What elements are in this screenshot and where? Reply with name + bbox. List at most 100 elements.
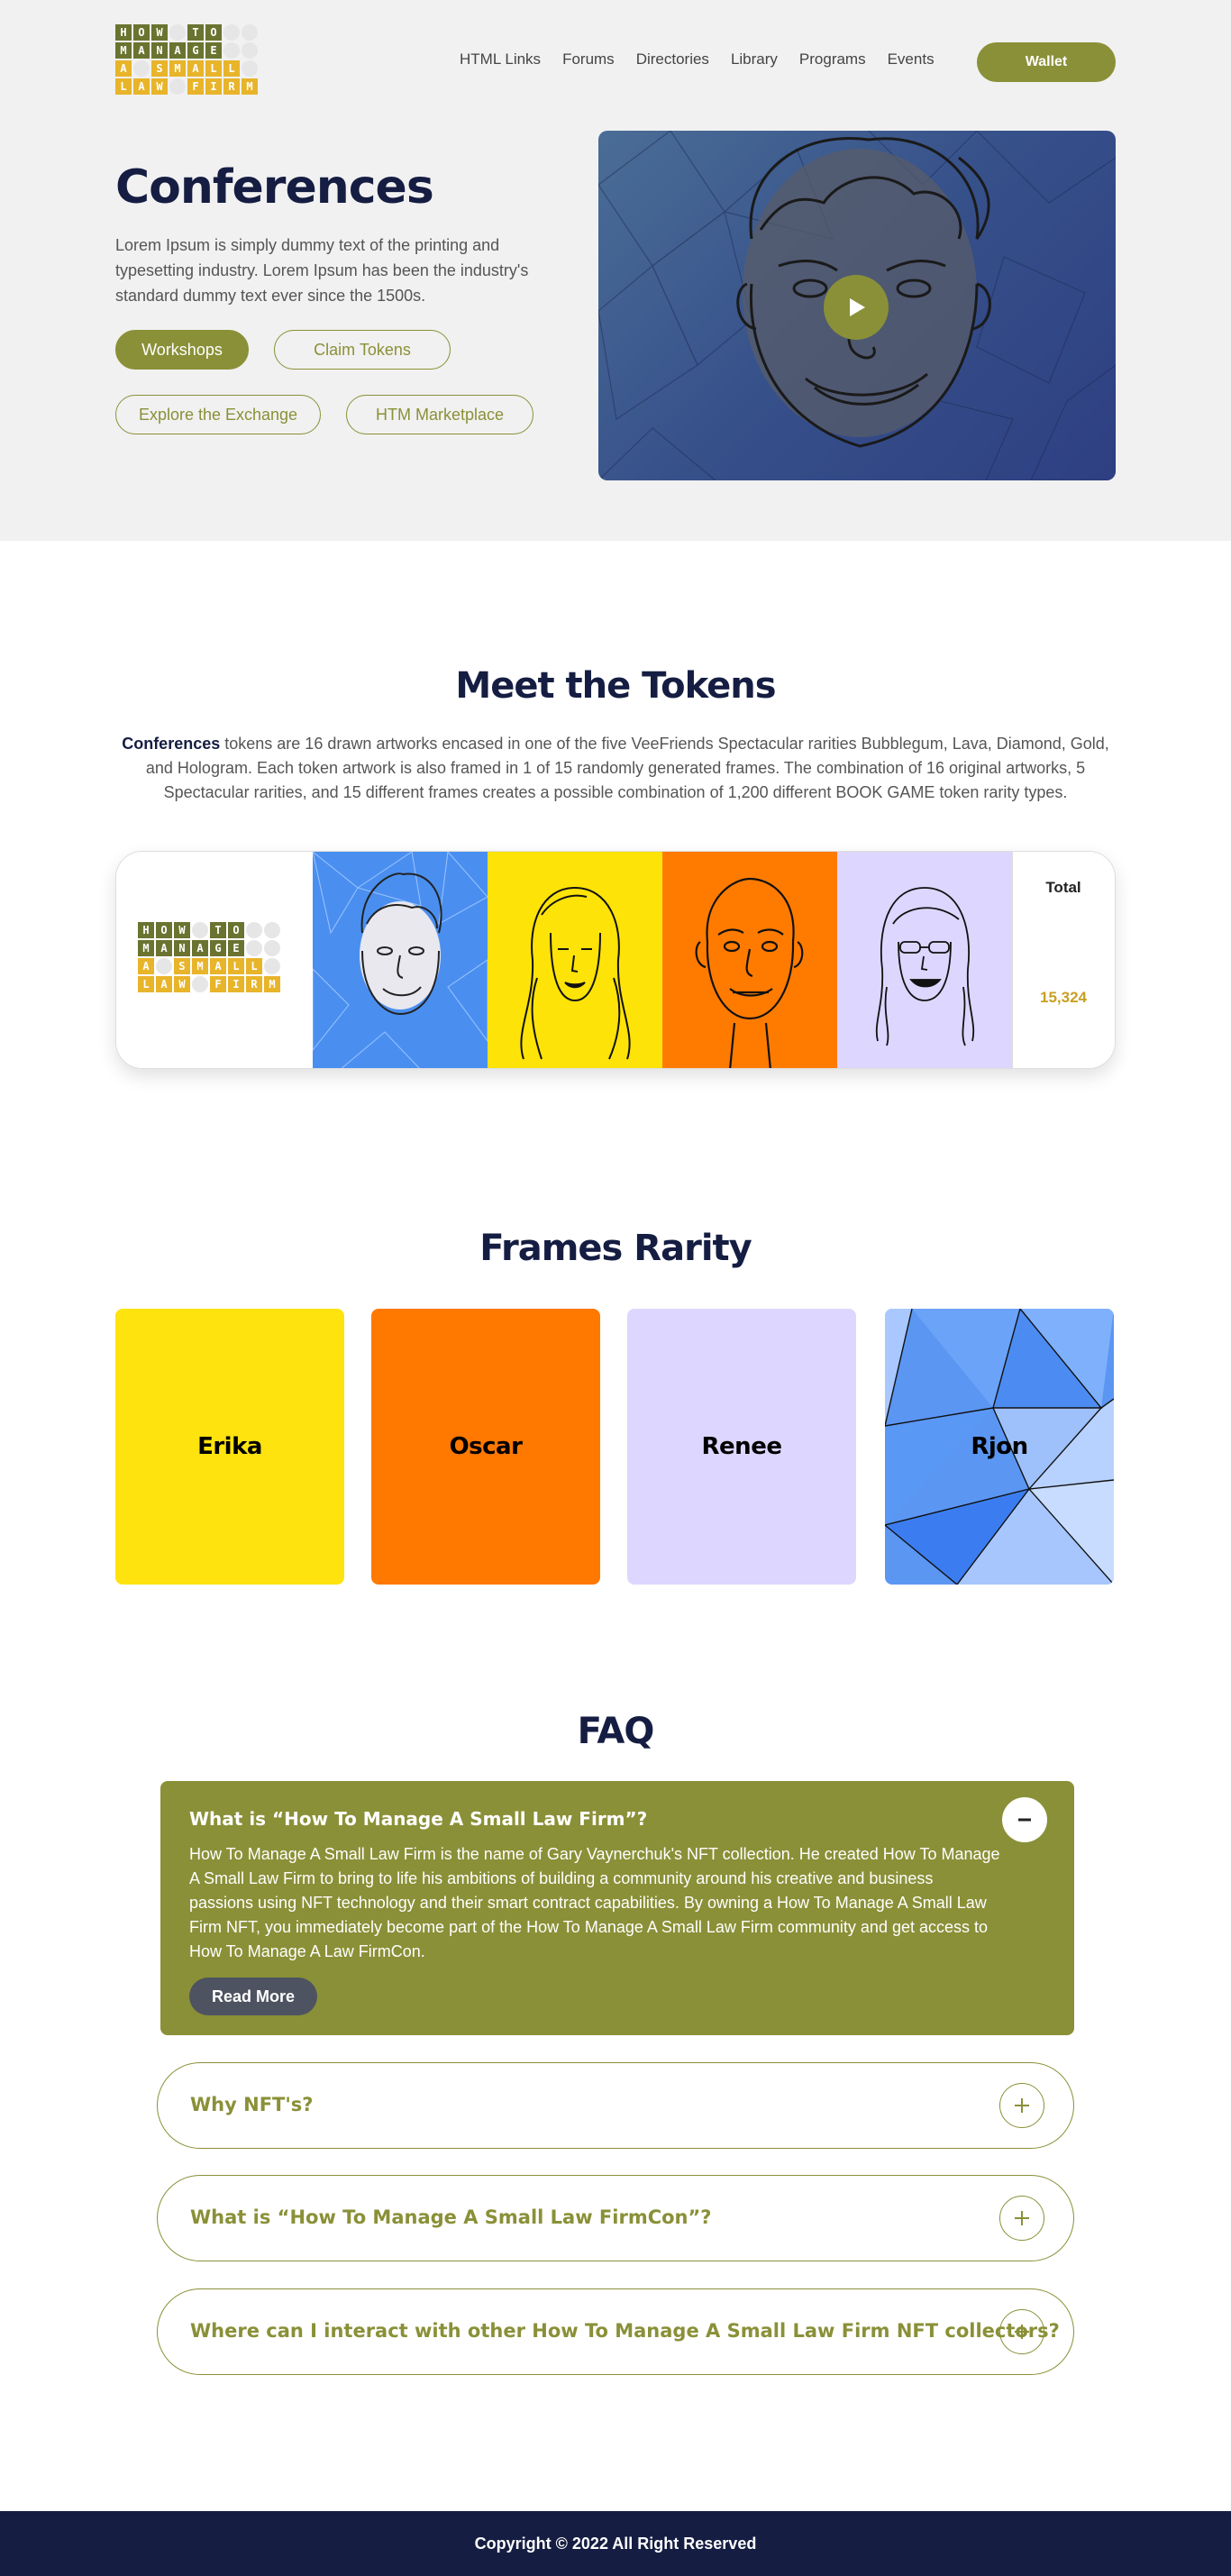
logo-letter: R bbox=[246, 976, 262, 992]
faq-question[interactable]: Why NFT's? bbox=[190, 2094, 313, 2115]
logo-letter: A bbox=[187, 60, 204, 77]
logo-letter: M bbox=[115, 42, 132, 59]
faq-item-open[interactable]: What is “How To Manage A Small Law Firm”… bbox=[160, 1781, 1074, 2035]
logo-letter: M bbox=[242, 78, 258, 95]
explore-exchange-button[interactable]: Explore the Exchange bbox=[115, 395, 321, 434]
frame-name: Oscar bbox=[449, 1433, 523, 1460]
faq-question[interactable]: What is “How To Manage A Small Law FirmC… bbox=[190, 2206, 711, 2228]
plus-icon bbox=[1015, 2211, 1029, 2225]
portrait-woman-glasses bbox=[875, 887, 975, 1046]
logo-letter: G bbox=[187, 42, 204, 59]
logo-letter: L bbox=[223, 60, 240, 77]
logo-letter: A bbox=[192, 940, 208, 956]
workshops-button[interactable]: Workshops bbox=[115, 330, 249, 370]
hero-description: Lorem Ipsum is simply dummy text of the … bbox=[115, 236, 529, 305]
logo-letter: A bbox=[156, 976, 172, 992]
total-value: 15,324 bbox=[1040, 989, 1087, 1006]
copyright-text: Copyright © 2022 All Right Reserved bbox=[474, 2534, 757, 2553]
logo-dot bbox=[264, 922, 280, 938]
portrait-woman-long-hair bbox=[520, 887, 631, 1060]
faq-item[interactable]: What is “How To Manage A Small Law FirmC… bbox=[157, 2175, 1074, 2261]
logo-letter: A bbox=[156, 940, 172, 956]
faq-item[interactable]: Where can I interact with other How To M… bbox=[157, 2288, 1074, 2375]
logo-dot bbox=[156, 958, 172, 974]
frame-card-oscar[interactable]: Oscar bbox=[371, 1309, 600, 1585]
logo-letter: H bbox=[115, 24, 132, 41]
logo-letter: M bbox=[138, 940, 154, 956]
htm-marketplace-button[interactable]: HTM Marketplace bbox=[346, 395, 533, 434]
frame-name: Rjon bbox=[971, 1433, 1028, 1460]
nav-html-links[interactable]: HTML Links bbox=[460, 50, 541, 69]
portrait-man-bald bbox=[695, 877, 804, 1068]
wallet-button[interactable]: Wallet bbox=[977, 42, 1116, 82]
logo-letter: O bbox=[228, 922, 244, 938]
logo-letter: W bbox=[174, 976, 190, 992]
faq-section-title: FAQ bbox=[577, 1711, 655, 1752]
logo-letter: I bbox=[205, 78, 222, 95]
frame-card-erika[interactable]: Erika bbox=[115, 1309, 344, 1585]
frame-card-rjon[interactable]: Rjon bbox=[885, 1309, 1114, 1585]
read-more-button[interactable]: Read More bbox=[189, 1978, 317, 2015]
logo-letter: O bbox=[156, 922, 172, 938]
tokens-card: H O W T O M A N A G E A S M A L L L A W … bbox=[115, 851, 1116, 1069]
logo-letter: A bbox=[138, 958, 154, 974]
nav-programs[interactable]: Programs bbox=[799, 50, 866, 69]
total-label: Total bbox=[1045, 879, 1081, 896]
logo-dot bbox=[264, 958, 280, 974]
claim-tokens-button[interactable]: Claim Tokens bbox=[274, 330, 451, 370]
tokens-logo: H O W T O M A N A G E A S M A L L L A W … bbox=[138, 922, 280, 994]
token-artwork-4[interactable] bbox=[837, 852, 1012, 1068]
faq-expand-button[interactable] bbox=[999, 2196, 1044, 2241]
logo-letter: L bbox=[115, 78, 132, 95]
faq-item[interactable]: Why NFT's? bbox=[157, 2062, 1074, 2149]
faq-collapse-button[interactable] bbox=[1002, 1797, 1047, 1842]
tokens-section-title: Meet the Tokens bbox=[455, 665, 776, 707]
logo-dot bbox=[223, 24, 240, 41]
nav-directories[interactable]: Directories bbox=[636, 50, 709, 69]
logo-dot bbox=[169, 78, 186, 95]
logo-dot bbox=[242, 60, 258, 77]
token-artwork-1[interactable] bbox=[312, 852, 488, 1068]
logo-letter: M bbox=[264, 976, 280, 992]
logo-letter: H bbox=[138, 922, 154, 938]
logo-letter: F bbox=[187, 78, 204, 95]
logo-letter: S bbox=[151, 60, 168, 77]
token-artwork-2[interactable] bbox=[488, 852, 662, 1068]
logo-letter: L bbox=[246, 958, 262, 974]
main-nav: HTML Links Forums Directories Library Pr… bbox=[460, 50, 956, 69]
tokens-desc-bold: Conferences bbox=[122, 735, 221, 753]
nav-library[interactable]: Library bbox=[731, 50, 778, 69]
play-button[interactable] bbox=[824, 275, 889, 340]
faq-question[interactable]: Where can I interact with other How To M… bbox=[190, 2320, 1060, 2342]
frame-name: Renee bbox=[701, 1433, 782, 1460]
logo-letter: T bbox=[187, 24, 204, 41]
tokens-desc-text: tokens are 16 drawn artworks encased in … bbox=[145, 735, 1109, 801]
tokens-total-cell: Total 15,324 bbox=[1012, 852, 1115, 1068]
logo-letter: O bbox=[205, 24, 222, 41]
logo-dot bbox=[192, 976, 208, 992]
logo-letter: F bbox=[210, 976, 226, 992]
logo-letter: A bbox=[115, 60, 132, 77]
faq-answer: How To Manage A Small Law Firm is the na… bbox=[189, 1845, 1000, 1960]
faq-expand-button[interactable] bbox=[999, 2083, 1044, 2128]
hero-video[interactable] bbox=[598, 131, 1116, 480]
nav-events[interactable]: Events bbox=[888, 50, 935, 69]
logo-letter: A bbox=[133, 42, 150, 59]
logo-letter: L bbox=[138, 976, 154, 992]
faq-question[interactable]: What is “How To Manage A Small Law Firm”… bbox=[189, 1808, 647, 1830]
site-logo[interactable]: H O W T O M A N A G E A S M A L L L A W … bbox=[115, 24, 258, 96]
frame-card-renee[interactable]: Renee bbox=[627, 1309, 856, 1585]
plus-icon bbox=[1015, 2098, 1029, 2113]
logo-letter: E bbox=[228, 940, 244, 956]
logo-letter: W bbox=[174, 922, 190, 938]
faq-expand-button[interactable] bbox=[999, 2309, 1044, 2354]
logo-letter: O bbox=[133, 24, 150, 41]
logo-letter: N bbox=[174, 940, 190, 956]
logo-dot bbox=[133, 60, 150, 77]
logo-letter: M bbox=[169, 60, 186, 77]
logo-letter: I bbox=[228, 976, 244, 992]
nav-forums[interactable]: Forums bbox=[562, 50, 615, 69]
token-artwork-3[interactable] bbox=[662, 852, 837, 1068]
portrait-man-curly-hair bbox=[312, 852, 488, 1068]
logo-letter: W bbox=[151, 78, 168, 95]
